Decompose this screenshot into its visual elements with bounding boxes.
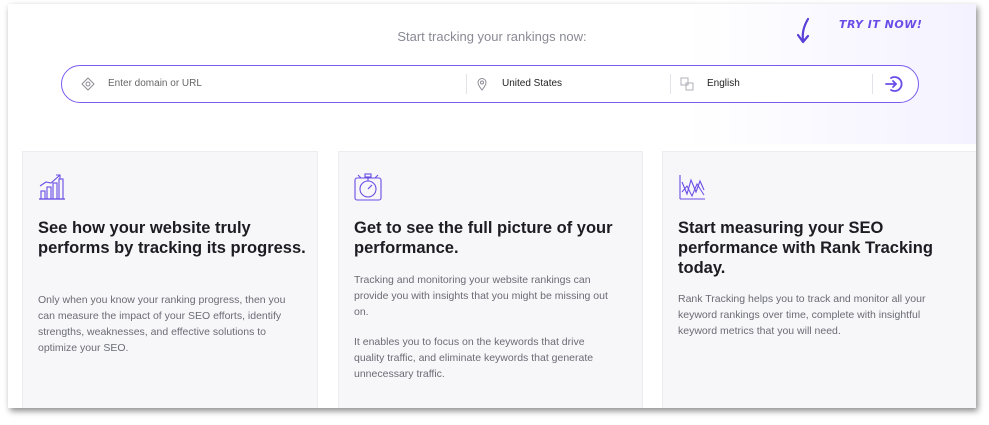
- language-value: English: [707, 78, 740, 89]
- search-submit-button[interactable]: [880, 70, 908, 98]
- feature-card-rank-tracking: Start measuring your SEO performance wit…: [662, 151, 976, 408]
- line-graph-icon: [679, 175, 705, 200]
- card-description: Only when you know your ranking progress…: [38, 294, 286, 354]
- translate-icon: [679, 76, 695, 92]
- card-description: It enables you to focus on the keywords …: [354, 336, 594, 380]
- stopwatch-icon: [354, 173, 382, 201]
- card-title: Get to see the full picture of your perf…: [354, 219, 613, 257]
- page-frame: Start tracking your rankings now: TRY IT…: [8, 4, 976, 408]
- card-title: Start measuring your SEO performance wit…: [678, 219, 933, 277]
- growth-chart-icon: [39, 174, 65, 200]
- card-description: Tracking and monitoring your website ran…: [354, 274, 608, 318]
- location-pin-icon: [474, 76, 490, 92]
- target-icon: [80, 76, 96, 92]
- feature-card-progress: See how your website truly performs by t…: [22, 151, 318, 408]
- domain-field[interactable]: [80, 66, 460, 101]
- hero-section: Start tracking your rankings now: TRY IT…: [8, 4, 976, 144]
- search-bar: United States English: [61, 65, 919, 103]
- country-select[interactable]: United States: [474, 66, 664, 101]
- curved-arrow-icon: [796, 17, 810, 44]
- country-value: United States: [502, 78, 563, 89]
- language-select[interactable]: English: [679, 66, 869, 101]
- card-title: See how your website truly performs by t…: [38, 219, 306, 257]
- feature-card-performance: Get to see the full picture of your perf…: [338, 151, 643, 408]
- hero-title: Start tracking your rankings now:: [397, 29, 587, 44]
- search-divider: [872, 74, 873, 94]
- domain-input[interactable]: [106, 77, 450, 90]
- login-arrow-icon: [885, 76, 903, 92]
- card-description: Rank Tracking helps you to track and mon…: [678, 293, 926, 337]
- try-it-now-label: TRY IT NOW!: [839, 18, 923, 31]
- search-divider: [466, 74, 467, 94]
- search-divider: [670, 74, 671, 94]
